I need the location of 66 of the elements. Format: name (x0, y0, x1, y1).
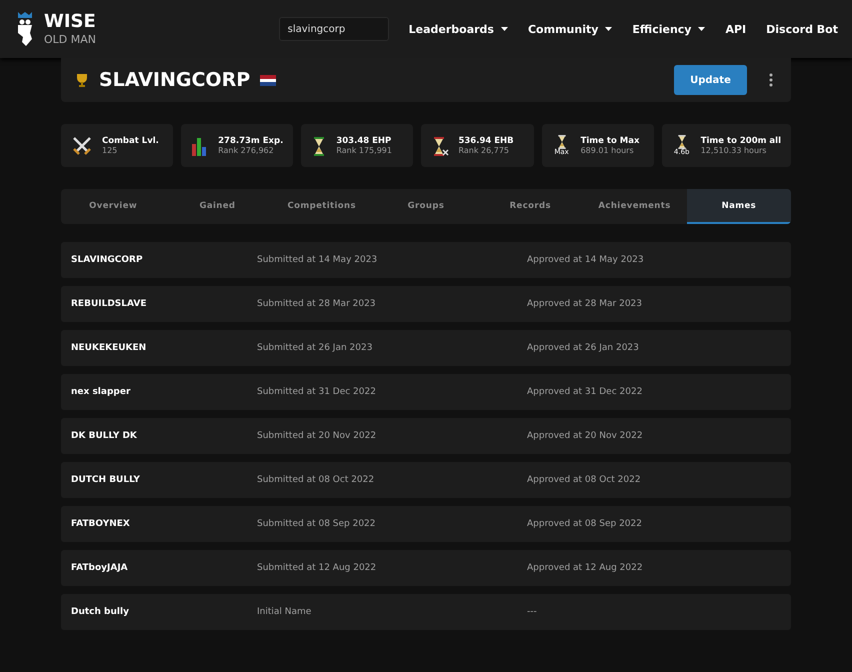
old-man-logo-icon (16, 12, 34, 46)
stat-title: Combat Lvl. (102, 136, 159, 146)
hourglass-icon (556, 135, 567, 149)
tab[interactable]: Competitions (270, 189, 374, 224)
stat-value: 12,510.33 hours (700, 146, 768, 155)
nav-link[interactable]: Community (528, 22, 612, 36)
stat-title: Time to Max (580, 136, 640, 146)
submitted-date: Submitted at 14 May 2023 (257, 255, 378, 265)
crossed-swords-icon (71, 134, 93, 156)
caret-icon (500, 27, 508, 31)
player-name: NEUKEKEUKEN (71, 343, 148, 353)
player-name: DUTCH BULLY (71, 475, 141, 485)
submitted-date: Submitted at 28 Mar 2023 (257, 299, 377, 309)
submitted-date: Initial Name (257, 607, 312, 617)
nav-link[interactable]: Discord Bot (766, 22, 838, 36)
submitted-date: Submitted at 08 Oct 2022 (257, 475, 376, 485)
hourglass-icon (676, 135, 687, 149)
stat-value: Rank 276,962 (218, 146, 275, 155)
approved-date: Approved at 12 Aug 2022 (527, 563, 644, 573)
logo-subtitle: OLD MAN (44, 34, 96, 45)
submitted-date: Submitted at 20 Nov 2022 (257, 431, 378, 441)
update-button[interactable]: Update (674, 65, 747, 95)
player-name: FATboyJAJA (71, 563, 129, 573)
approved-date: Approved at 31 Dec 2022 (527, 387, 644, 397)
stat-title: 278.73m Exp. (218, 136, 284, 146)
stat-title: 303.48 EHP (336, 136, 392, 146)
player-name: Dutch bully (71, 607, 130, 617)
approved-date: Approved at 20 Nov 2022 (527, 431, 644, 441)
player-name: REBUILDSLAVE (71, 299, 148, 309)
player-name: DK BULLY DK (71, 431, 138, 441)
tab[interactable]: Records (478, 189, 582, 224)
stat-value: Rank 175,991 (336, 146, 392, 155)
submitted-date: Submitted at 31 Dec 2022 (257, 387, 377, 397)
caret-icon (698, 27, 706, 31)
player-name: FATBOYNEX (71, 519, 131, 529)
logo-title: WISE (44, 13, 96, 31)
flag-icon (260, 74, 276, 86)
hourglass-icon (431, 134, 450, 156)
tab[interactable]: Gained (165, 189, 270, 224)
caret-icon (605, 27, 612, 31)
player-name: nex slapper (71, 387, 132, 397)
submitted-date: Submitted at 08 Sep 2022 (257, 519, 377, 529)
tab[interactable]: Names (686, 189, 791, 224)
approved-date: Approved at 26 Jan 2023 (527, 343, 640, 353)
nav-link[interactable]: Efficiency (632, 22, 706, 36)
tab[interactable]: Overview (61, 189, 166, 224)
nav-link[interactable]: API (725, 22, 746, 36)
tab[interactable]: Groups (374, 189, 478, 224)
stat-title: 536.94 EHB (458, 136, 514, 146)
approved-date: --- (527, 607, 538, 617)
stat-value: 125 (102, 146, 118, 155)
stat-title: Time to 200m all (700, 136, 781, 146)
search-field[interactable]: slavingcorp (278, 17, 389, 41)
approved-date: Approved at 08 Sep 2022 (527, 519, 643, 529)
approved-date: Approved at 08 Oct 2022 (527, 475, 642, 485)
stat-value: 689.01 hours (580, 146, 635, 155)
stat-value: Rank 26,775 (458, 146, 510, 155)
nav-link[interactable]: Leaderboards (408, 22, 508, 36)
tab[interactable]: Achievements (582, 189, 687, 224)
player-name: SLAVINGCORP (71, 255, 144, 265)
approved-date: Approved at 14 May 2023 (527, 255, 645, 265)
player-name: SLAVINGCORP (99, 69, 250, 91)
approved-date: Approved at 28 Mar 2023 (527, 299, 643, 309)
submitted-date: Submitted at 12 Aug 2022 (257, 563, 378, 573)
trophy-icon (75, 72, 89, 88)
submitted-date: Submitted at 26 Jan 2023 (257, 343, 374, 353)
